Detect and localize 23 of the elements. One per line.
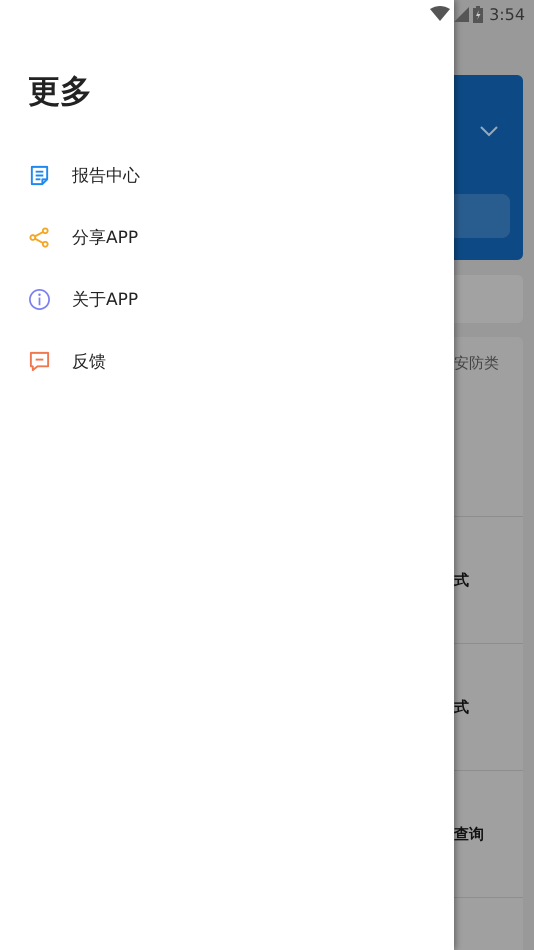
menu-label: 关于APP bbox=[72, 288, 138, 310]
document-icon bbox=[28, 164, 51, 186]
chevron-down-icon[interactable] bbox=[480, 125, 498, 137]
menu-item[interactable]: 关于APP bbox=[28, 268, 138, 330]
category-label[interactable]: 安防类 bbox=[454, 354, 499, 372]
list-item-title[interactable]: 式 bbox=[454, 698, 469, 716]
share-icon bbox=[28, 226, 51, 248]
drawer-title: 更多 bbox=[28, 71, 92, 112]
search-bar[interactable] bbox=[454, 275, 523, 323]
signal-icon bbox=[454, 6, 470, 22]
list-item-title[interactable]: 查询 bbox=[454, 824, 484, 844]
menu-item[interactable]: 分享APP bbox=[28, 206, 138, 268]
menu-item[interactable]: 反馈 bbox=[28, 330, 106, 392]
chat-icon bbox=[28, 350, 51, 372]
list-item-title[interactable]: 式 bbox=[454, 570, 469, 590]
info-icon bbox=[28, 288, 51, 310]
menu-label: 反馈 bbox=[72, 350, 106, 372]
input-field[interactable] bbox=[454, 194, 510, 238]
menu-label: 分享APP bbox=[72, 226, 138, 248]
clock: 3:54 bbox=[489, 4, 525, 24]
menu-item[interactable]: 报告中心 bbox=[28, 144, 140, 206]
wifi-icon bbox=[430, 6, 450, 22]
menu-label: 报告中心 bbox=[72, 164, 140, 186]
